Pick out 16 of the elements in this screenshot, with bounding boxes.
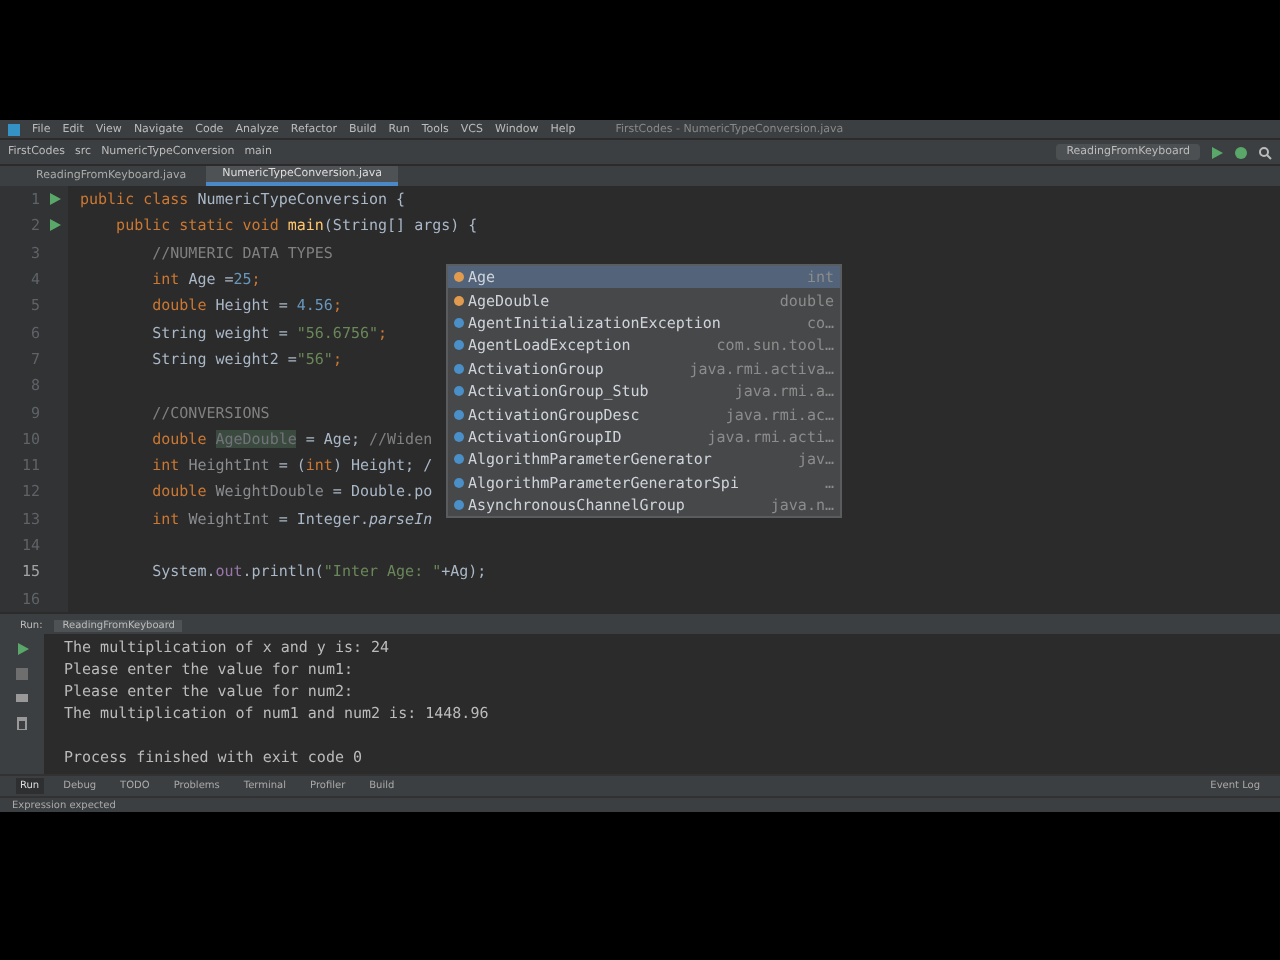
variable-icon bbox=[454, 295, 464, 306]
class-icon bbox=[454, 500, 464, 511]
app-logo-icon bbox=[8, 123, 20, 135]
class-icon bbox=[454, 363, 464, 374]
class-icon bbox=[454, 477, 464, 488]
rerun-icon[interactable] bbox=[15, 642, 29, 656]
run-icon[interactable] bbox=[1210, 145, 1224, 159]
variable-icon bbox=[454, 272, 464, 283]
class-icon bbox=[454, 317, 464, 328]
search-icon[interactable] bbox=[1258, 145, 1272, 159]
run-icon[interactable] bbox=[48, 192, 62, 207]
class-icon bbox=[454, 340, 464, 351]
debug-icon[interactable] bbox=[1234, 145, 1248, 159]
run-icon[interactable] bbox=[48, 218, 62, 233]
class-icon bbox=[454, 386, 464, 397]
class-icon bbox=[454, 454, 464, 465]
